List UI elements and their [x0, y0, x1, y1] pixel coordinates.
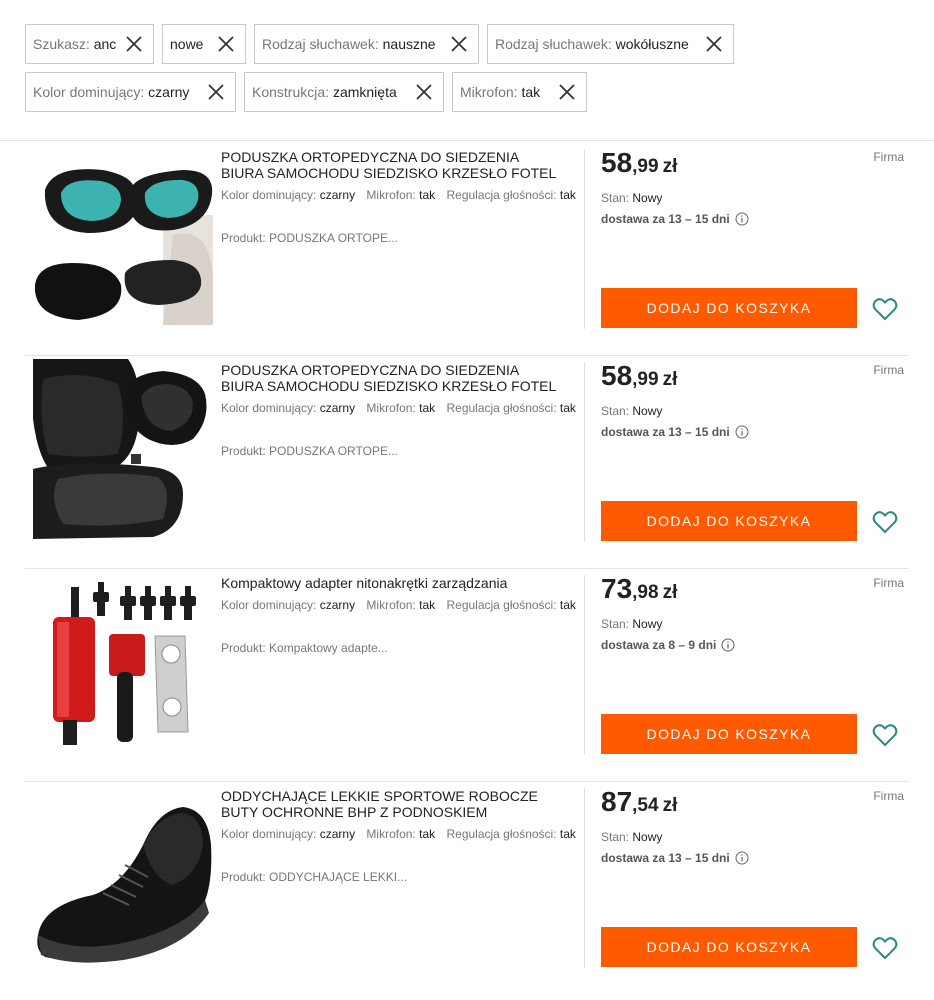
filter-key: Mikrofon: — [460, 84, 518, 100]
close-icon[interactable] — [217, 35, 235, 53]
add-to-cart-button[interactable]: DODAJ DO KOSZYKA — [601, 927, 857, 967]
filter-value: nauszne — [382, 36, 436, 52]
add-to-cart-button[interactable]: DODAJ DO KOSZYKA — [601, 501, 857, 541]
heart-icon[interactable] — [871, 508, 899, 536]
listing-title[interactable]: ODDYCHAJĄCE LEKKIE SPORTOWE ROBOCZE BUTY… — [221, 788, 561, 820]
listing-condition: Stan: Nowy — [601, 191, 663, 205]
listing-product: Produkt: PODUSZKA ORTOPE... — [221, 231, 398, 245]
filter-chip-new[interactable]: nowe — [162, 24, 246, 64]
filter-value: tak — [521, 84, 541, 100]
listing-title[interactable]: Kompaktowy adapter nitonakrętki zarządza… — [221, 575, 561, 591]
listing-item: Kompaktowy adapter nitonakrętki zarządza… — [25, 569, 909, 782]
listing-price: 58,99 zł — [601, 360, 678, 391]
filter-chip-color[interactable]: Kolor dominujący: czarny — [25, 72, 236, 112]
divider — [584, 362, 585, 542]
seller-type-label: Firma — [873, 150, 904, 164]
listing-attributes: Kolor dominujący: czarny Mikrofon: tak R… — [221, 401, 576, 415]
listing-condition: Stan: Nowy — [601, 404, 663, 418]
info-icon[interactable] — [735, 851, 749, 865]
safety-shoe-icon[interactable] — [33, 785, 213, 965]
close-icon[interactable] — [415, 83, 433, 101]
listing-product: Produkt: ODDYCHAJĄCE LEKKI... — [221, 870, 408, 884]
listing-price: 73,98 zł — [601, 573, 678, 604]
seller-type-label: Firma — [873, 363, 904, 377]
listing-condition: Stan: Nowy — [601, 830, 663, 844]
listing-price: 58,99 zł — [601, 147, 678, 178]
filter-chip-search[interactable]: Szukasz: anc — [25, 24, 154, 64]
filter-value: zamknięta — [332, 84, 397, 100]
listing-delivery: dostawa za 13 – 15 dni — [601, 212, 749, 226]
close-icon[interactable] — [705, 35, 723, 53]
listing-delivery: dostawa za 13 – 15 dni — [601, 425, 749, 439]
close-icon[interactable] — [207, 83, 225, 101]
close-icon[interactable] — [450, 35, 468, 53]
listing-delivery: dostawa za 8 – 9 dni — [601, 638, 735, 652]
listing-delivery: dostawa za 13 – 15 dni — [601, 851, 749, 865]
listing-attributes: Kolor dominujący: czarny Mikrofon: tak R… — [221, 188, 576, 202]
filter-value: wokółuszne — [615, 36, 689, 52]
listing-title[interactable]: PODUSZKA ORTOPEDYCZNA DO SIEDZENIA BIURA… — [221, 362, 561, 394]
car-seat-cushion-icon[interactable] — [33, 359, 213, 539]
rivet-nut-adapter-icon[interactable] — [33, 572, 213, 752]
filter-key: Rodzaj słuchawek: — [495, 36, 612, 52]
add-to-cart-button[interactable]: DODAJ DO KOSZYKA — [601, 714, 857, 754]
info-icon[interactable] — [735, 212, 749, 226]
close-icon[interactable] — [558, 83, 576, 101]
filter-value: nowe — [170, 36, 204, 52]
filter-key: Kolor dominujący: — [33, 84, 145, 100]
listing-attributes: Kolor dominujący: czarny Mikrofon: tak R… — [221, 598, 576, 612]
filter-chip-microphone[interactable]: Mikrofon: tak — [452, 72, 587, 112]
close-icon[interactable] — [125, 35, 143, 53]
filter-key: Konstrukcja: — [252, 84, 330, 100]
seller-type-label: Firma — [873, 789, 904, 803]
info-icon[interactable] — [721, 638, 735, 652]
listing-attributes: Kolor dominujący: czarny Mikrofon: tak R… — [221, 827, 576, 841]
heart-icon[interactable] — [871, 934, 899, 962]
listing-condition: Stan: Nowy — [601, 617, 663, 631]
filter-chip-headphone-type-overear[interactable]: Rodzaj słuchawek: wokółuszne — [487, 24, 734, 64]
filter-value: anc — [93, 36, 117, 52]
listing-item: PODUSZKA ORTOPEDYCZNA DO SIEDZENIA BIURA… — [25, 143, 909, 356]
filter-chip-headphone-type-onear[interactable]: Rodzaj słuchawek: nauszne — [254, 24, 479, 64]
filter-value: czarny — [148, 84, 190, 100]
filter-chip-construction[interactable]: Konstrukcja: zamknięta — [244, 72, 444, 112]
active-filters-bar: Szukasz: anc nowe Rodzaj słuchawek: naus… — [0, 0, 934, 141]
listing-product: Produkt: Kompaktowy adapte... — [221, 641, 388, 655]
info-icon[interactable] — [735, 425, 749, 439]
listing-product: Produkt: PODUSZKA ORTOPE... — [221, 444, 398, 458]
filter-key: Szukasz: — [33, 36, 90, 52]
add-to-cart-button[interactable]: DODAJ DO KOSZYKA — [601, 288, 857, 328]
heart-icon[interactable] — [871, 295, 899, 323]
filter-key: Rodzaj słuchawek: — [262, 36, 379, 52]
divider — [584, 149, 585, 329]
seat-cushion-gel-icon[interactable] — [33, 145, 213, 325]
divider — [584, 575, 585, 755]
listing-price: 87,54 zł — [601, 786, 678, 817]
seller-type-label: Firma — [873, 576, 904, 590]
listing-item: ODDYCHAJĄCE LEKKIE SPORTOWE ROBOCZE BUTY… — [25, 782, 909, 995]
listing-item: PODUSZKA ORTOPEDYCZNA DO SIEDZENIA BIURA… — [25, 356, 909, 569]
divider — [584, 788, 585, 968]
heart-icon[interactable] — [871, 721, 899, 749]
listing-title[interactable]: PODUSZKA ORTOPEDYCZNA DO SIEDZENIA BIURA… — [221, 149, 561, 181]
